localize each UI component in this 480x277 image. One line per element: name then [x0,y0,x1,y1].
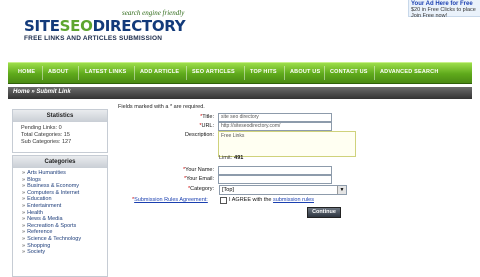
page: search engine friendly SITESEODIRECTORY … [0,0,480,277]
nav-top-hits[interactable]: TOP HITS [250,69,277,75]
url-input[interactable]: http://siteseodirectory.com/ [218,122,332,131]
bullet-icon: » [22,183,26,190]
bullet-icon: » [22,189,26,196]
title-label: *Title: [200,114,214,120]
bullet-icon: » [22,249,26,256]
breadcrumb: Home » Submit Link [8,87,472,99]
required-note: Fields marked with a * are required. [118,104,205,110]
logo-text: SITESEODIRECTORY [24,17,194,35]
statistics-title: Statistics [13,110,107,122]
agree-checkbox[interactable] [220,197,227,204]
nav-about[interactable]: ABOUT [48,69,69,75]
nav-divider [244,66,245,80]
logo-part-seo: SEO [59,17,93,35]
nav-add-article[interactable]: ADD ARTICLE [140,69,179,75]
your-email-input[interactable] [218,175,332,184]
category-label: *Category: [188,186,214,192]
category-link[interactable]: » Business & Economy [22,183,107,190]
category-link[interactable]: » Reference [22,229,107,236]
description-limit: Limit: 491 [219,155,244,161]
nav-home[interactable]: HOME [18,69,35,75]
description-label: Description: [184,132,214,138]
agree-text: I AGREE with the submission rules [229,197,314,203]
site-logo[interactable]: SITESEODIRECTORY FREE LINKS AND ARTICLES… [24,17,194,43]
category-select[interactable]: [Top] ▼ [219,185,347,195]
bullet-icon: » [22,202,26,209]
category-link[interactable]: » Education [22,196,107,203]
agreement-label: *Submission Rules Agreement: [132,197,208,203]
bullet-icon: » [22,229,26,236]
category-link[interactable]: » Arts Humanities [22,170,107,177]
title-input[interactable]: site seo directory [218,113,332,122]
category-link[interactable]: » Shopping [22,243,107,250]
bullet-icon: » [22,209,26,216]
categories-box: Categories » Arts Humanities » Blogs » Busi… [12,155,108,277]
bullet-icon: » [22,222,26,229]
your-name-label: *Your Name: [183,167,214,173]
category-link[interactable]: » Entertainment [22,203,107,210]
description-textarea[interactable]: Free Links [218,131,356,157]
your-email-label: *Your Email: [183,176,214,182]
nav-divider [42,66,43,80]
tagline: search engine friendly [122,9,185,17]
bullet-icon: » [22,196,26,203]
category-link[interactable]: » Health [22,210,107,217]
submission-rules-link[interactable]: Submission Rules Agreement: [134,197,208,203]
main-nav: HOME ABOUT LATEST LINKS ADD ARTICLE SEO … [8,62,472,84]
nav-contact-us[interactable]: CONTACT US [330,69,368,75]
nav-divider [324,66,325,80]
ad-line-2: Join Free now! [411,13,448,19]
bullet-icon: » [22,242,26,249]
category-link[interactable]: » Blogs [22,177,107,184]
bullet-icon: » [22,176,26,183]
url-label: *URL: [199,123,214,129]
category-selected-value: [Top] [222,187,234,193]
nav-divider [134,66,135,80]
bullet-icon: » [22,235,26,242]
dropdown-arrow-icon[interactable]: ▼ [337,186,346,194]
nav-about-us[interactable]: ABOUT US [290,69,320,75]
nav-divider [78,66,79,80]
stat-total-categories: Total Categories: 15 [21,132,70,138]
stat-pending-links: Pending Links: 0 [21,125,62,131]
nav-seo-articles[interactable]: SEO ARTICLES [192,69,235,75]
nav-advanced-search[interactable]: ADVANCED SEARCH [380,69,439,75]
bullet-icon: » [22,216,26,223]
your-name-input[interactable] [218,166,332,175]
site-header: search engine friendly SITESEODIRECTORY … [0,0,480,58]
category-link[interactable]: » Recreation & Sports [22,223,107,230]
agree-rules-link[interactable]: submission rules [273,197,314,203]
statistics-box: Statistics Pending Links: 0 Total Catego… [12,109,108,153]
breadcrumb-text[interactable]: Home » Submit Link [13,89,71,95]
logo-part-directory: DIRECTORY [92,17,186,35]
category-link[interactable]: » Society [22,249,107,256]
category-link[interactable]: » Computers & Internet [22,190,107,197]
logo-part-site: SITE [24,17,60,35]
nav-divider [186,66,187,80]
category-link[interactable]: » Science & Technology [22,236,107,243]
ad-banner[interactable]: Your Ad Here for Free $20 in Free Clicks… [408,0,480,19]
categories-title: Categories [13,156,107,168]
category-link[interactable]: » News & Media [22,216,107,223]
continue-button[interactable]: Continue [307,207,341,218]
nav-divider [374,66,375,80]
logo-subtitle: FREE LINKS AND ARTICLES SUBMISSION [24,35,163,42]
limit-counter: 491 [234,155,244,161]
nav-latest-links[interactable]: LATEST LINKS [85,69,126,75]
bullet-icon: » [22,170,26,176]
nav-divider [284,66,285,80]
stat-sub-categories: Sub Categories: 127 [21,139,72,145]
